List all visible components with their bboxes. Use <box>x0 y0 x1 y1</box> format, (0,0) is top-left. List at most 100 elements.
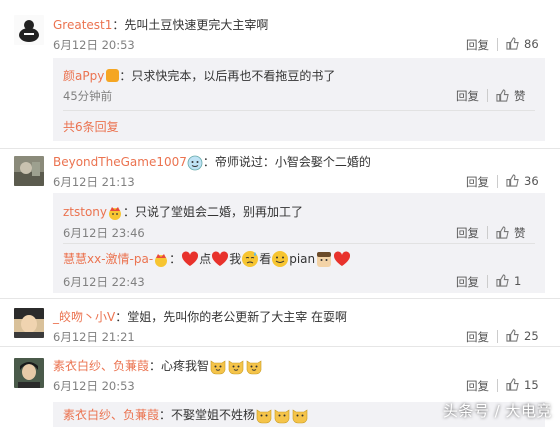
divider <box>497 330 498 343</box>
reply-button[interactable]: 回复 <box>456 274 479 290</box>
divider <box>487 226 488 239</box>
heart-icon <box>333 250 351 271</box>
username[interactable]: 颜aPpy <box>63 69 104 83</box>
username[interactable]: Greatest1 <box>53 18 112 32</box>
vip-badge-icon <box>106 69 120 82</box>
like-count: 1 <box>514 274 522 288</box>
smile-face-icon <box>271 250 289 271</box>
reply-line: ztstony ：只说了堂姐会二婚，别再加工了 <box>63 203 303 224</box>
comment-line: 素衣白纱、负蒹葭：心疼我智 <box>53 357 263 378</box>
reply-line: 慧慧xx-激情-pa- ： 点 我 看 pian <box>63 250 351 271</box>
like-count: 25 <box>524 329 539 343</box>
like-label: 赞 <box>514 89 526 103</box>
timestamp: 6月12日 20:53 <box>53 38 135 52</box>
more-replies-link[interactable]: 共6条回复 <box>63 118 119 135</box>
crown-emoji-icon <box>153 252 169 271</box>
divider <box>487 89 488 102</box>
username[interactable]: BeyondTheGame1007 <box>53 155 187 169</box>
thumb-up-icon <box>506 329 519 342</box>
reply-text: ：不娶堂姐不姓杨 <box>159 408 256 422</box>
reply-button[interactable]: 回复 <box>466 378 489 394</box>
thumb-up-icon <box>506 378 519 391</box>
username[interactable]: _皎吻丶小V <box>53 310 115 324</box>
cat-face-icon <box>209 357 227 378</box>
comment-item: BeyondTheGame1007 ：帝师说过：小智会娶个二婚的 6月12日 2… <box>0 148 560 296</box>
thumb-up-icon <box>496 274 509 287</box>
cat-face-icon <box>273 406 291 427</box>
reply-box: 颜aPpy ：只求快完本，以后再也不看拖豆的书了 45分钟前 回复 赞 共6条回复 <box>53 58 545 141</box>
username[interactable]: 慧慧xx-激情-pa- <box>63 252 153 266</box>
thumb-up-icon <box>496 226 509 239</box>
avatar[interactable] <box>14 156 44 186</box>
thumb-up-icon <box>496 89 509 102</box>
comment-text: ：心疼我智 <box>149 359 210 373</box>
reply-item: ztstony ：只说了堂姐会二婚，别再加工了 6月12日 23:46 回复 赞 <box>53 193 545 243</box>
reply-text-part: 我 <box>229 252 242 266</box>
timestamp: 6月12日 21:21 <box>53 330 135 344</box>
like-button[interactable]: 赞 <box>496 88 526 104</box>
username[interactable]: 素衣白纱、负蒹葭 <box>63 408 159 422</box>
comment-text: ：先叫土豆快速更完大主宰啊 <box>112 18 269 32</box>
comment-text: ：堂姐，先叫你的老公更新了大主宰 在耍啊 <box>115 310 348 324</box>
timestamp: 45分钟前 <box>63 89 113 103</box>
username[interactable]: 素衣白纱、负蒹葭 <box>53 359 149 373</box>
character-emoji-icon <box>315 250 333 271</box>
thumb-up-icon <box>506 174 519 187</box>
cat-face-icon <box>245 357 263 378</box>
divider <box>63 110 535 111</box>
timestamp: 6月12日 23:46 <box>63 226 145 240</box>
avatar[interactable] <box>14 358 44 388</box>
cat-face-icon <box>255 406 273 427</box>
comment-line: _皎吻丶小V：堂姐，先叫你的老公更新了大主宰 在耍啊 <box>53 308 347 325</box>
divider <box>497 38 498 51</box>
reply-text-part: 看 <box>259 252 272 266</box>
heart-icon <box>181 250 199 271</box>
comment-item: _皎吻丶小V：堂姐，先叫你的老公更新了大主宰 在耍啊 6月12日 21:21 回… <box>0 298 560 348</box>
like-button[interactable]: 赞 <box>496 225 526 241</box>
comment-line: Greatest1：先叫土豆快速更完大主宰啊 <box>53 16 268 33</box>
timestamp: 6月12日 22:43 <box>63 275 145 289</box>
face-emoji-icon <box>187 155 203 174</box>
reply-line: 颜aPpy ：只求快完本，以后再也不看拖豆的书了 <box>63 67 335 84</box>
like-label: 赞 <box>514 226 526 240</box>
reply-button[interactable]: 回复 <box>456 225 479 241</box>
sweat-face-icon <box>241 250 259 271</box>
reply-text-part: 点 <box>199 252 212 266</box>
like-button[interactable]: 36 <box>506 174 539 188</box>
reply-text: ：只求快完本，以后再也不看拖豆的书了 <box>119 69 336 83</box>
heart-icon <box>211 250 229 271</box>
reply-button[interactable]: 回复 <box>466 37 489 53</box>
like-button[interactable]: 86 <box>506 37 539 51</box>
cat-face-icon <box>291 406 309 427</box>
username[interactable]: ztstony <box>63 205 107 219</box>
comment-line: BeyondTheGame1007 ：帝师说过：小智会娶个二婚的 <box>53 153 371 174</box>
divider <box>487 275 488 288</box>
like-count: 86 <box>524 37 539 51</box>
reply-button[interactable]: 回复 <box>456 88 479 104</box>
cat-face-icon <box>227 357 245 378</box>
thumb-up-icon <box>506 37 519 50</box>
reply-item: 颜aPpy ：只求快完本，以后再也不看拖豆的书了 45分钟前 回复 赞 <box>53 58 545 114</box>
divider <box>497 379 498 392</box>
comment-item: Greatest1：先叫土豆快速更完大主宰啊 6月12日 20:53 回复 86… <box>0 0 560 150</box>
avatar[interactable] <box>14 15 44 45</box>
avatar[interactable] <box>14 308 44 338</box>
like-button[interactable]: 15 <box>506 378 539 392</box>
reply-line: 素衣白纱、负蒹葭：不娶堂姐不姓杨 <box>63 406 309 427</box>
reply-item: 慧慧xx-激情-pa- ： 点 我 看 pian 6月12日 22:43 回复 <box>53 243 545 293</box>
like-button[interactable]: 1 <box>496 274 521 288</box>
crown-emoji-icon <box>107 205 123 224</box>
watermark: 头条号 / 大电竞 <box>442 402 552 420</box>
reply-text: ：只说了堂姐会二婚，别再加工了 <box>123 205 304 219</box>
reply-button[interactable]: 回复 <box>466 329 489 345</box>
reply-button[interactable]: 回复 <box>466 174 489 190</box>
comment-text: ：帝师说过：小智会娶个二婚的 <box>202 155 371 169</box>
like-count: 36 <box>524 174 539 188</box>
like-count: 15 <box>524 378 539 392</box>
timestamp: 6月12日 20:53 <box>53 379 135 393</box>
timestamp: 6月12日 21:13 <box>53 175 135 189</box>
like-button[interactable]: 25 <box>506 329 539 343</box>
reply-text-part: pian <box>289 252 316 266</box>
reply-box: ztstony ：只说了堂姐会二婚，别再加工了 6月12日 23:46 回复 赞… <box>53 193 545 293</box>
divider <box>497 175 498 188</box>
